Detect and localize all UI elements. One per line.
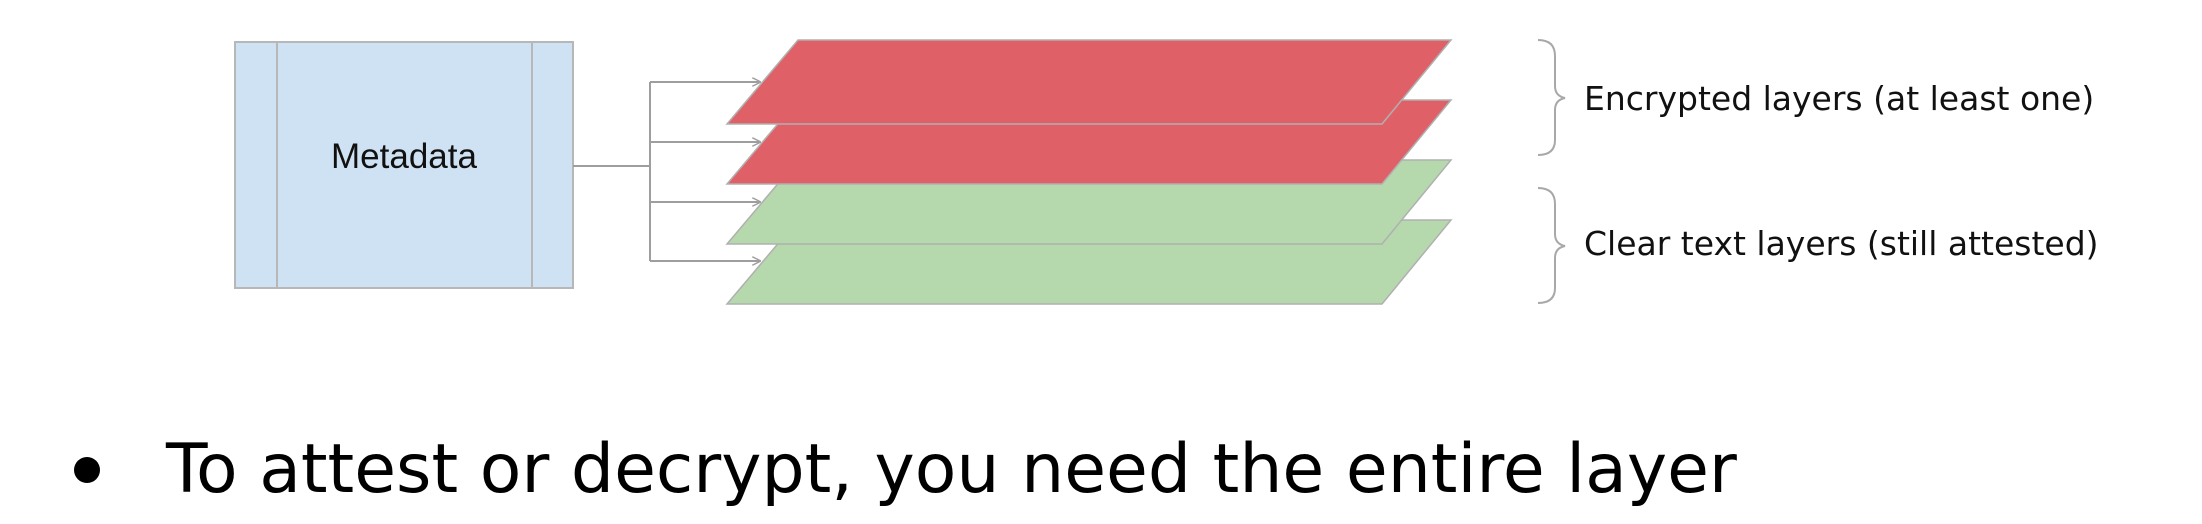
bullet-text: To attest or decrypt, you need the entir… [166, 430, 1737, 509]
braces [1537, 39, 1566, 304]
connectors [573, 82, 760, 261]
metadata-box: Metadata [234, 41, 574, 289]
clear-layers-label: Clear text layers (still attested) [1584, 224, 2099, 263]
encrypted-layers-label: Encrypted layers (at least one) [1584, 79, 2094, 118]
bullet-item: To attest or decrypt, you need the entir… [74, 420, 1737, 520]
bullet-dot-icon [74, 457, 100, 483]
metadata-label: Metadata [331, 137, 477, 176]
encrypted-layers-brace [1537, 39, 1566, 156]
clear-layers-brace [1537, 187, 1566, 304]
layer-stack [725, 39, 1453, 305]
encrypted-layer-1 [725, 39, 1453, 125]
